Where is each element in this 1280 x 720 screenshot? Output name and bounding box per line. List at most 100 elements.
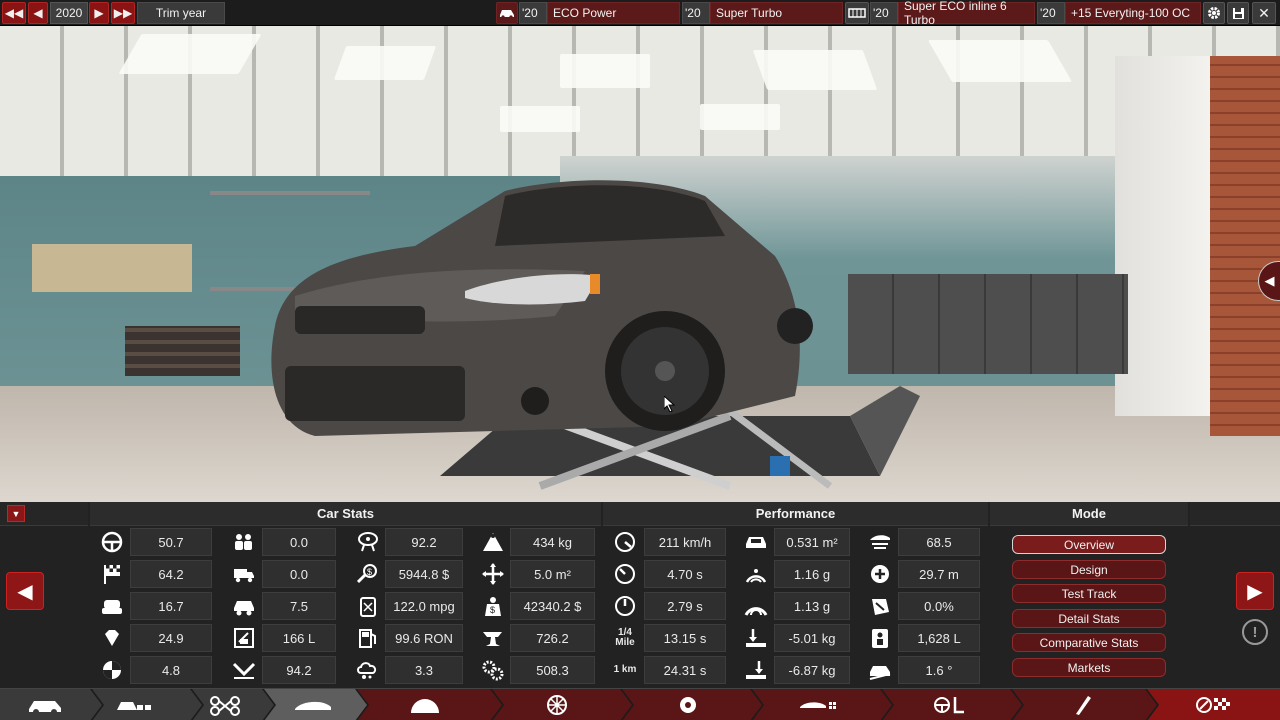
chassis-icon[interactable]: [203, 689, 247, 720]
tool-pegboard: [32, 244, 192, 292]
car-stat-value: 508.3: [510, 656, 595, 684]
next-page-arrow[interactable]: ▶: [1236, 572, 1274, 610]
car-stat-value: 726.2: [510, 624, 595, 652]
drag-car-icon[interactable]: [865, 528, 895, 556]
previous-page-arrow[interactable]: ◀: [6, 572, 44, 610]
car-stat-value: 166 L: [262, 624, 336, 652]
frontal-area-icon[interactable]: [741, 528, 771, 556]
emissions-cloud-icon[interactable]: [353, 656, 383, 684]
car-stat-value: 42340.2 $: [510, 592, 595, 620]
performance-value: 1.16 g: [774, 560, 850, 588]
downforce-rear-icon[interactable]: [741, 656, 771, 684]
engine-icon[interactable]: [845, 2, 869, 24]
svg-text:$: $: [490, 605, 495, 615]
performance-title: Performance: [603, 502, 988, 526]
fuel-can-icon[interactable]: [353, 592, 383, 620]
aero-icon[interactable]: [796, 689, 840, 720]
top-toolbar: ◀◀ ◀ 2020 ▶ ▶▶ Trim year '20 ECO Power '…: [0, 0, 1280, 27]
engine-name-field[interactable]: Super ECO inline 6 Turbo: [898, 0, 1035, 27]
stage-navigation-bar: [0, 688, 1280, 720]
garage-3d-viewport[interactable]: ◀: [0, 26, 1280, 502]
manufacturing-anvil-icon[interactable]: [478, 624, 508, 652]
crash-test-icon[interactable]: [97, 656, 127, 684]
price-bag-icon[interactable]: $: [478, 592, 508, 620]
mode-overview-button[interactable]: Overview: [1012, 535, 1166, 554]
cost-dollar-icon[interactable]: $: [353, 560, 383, 588]
interior-icon[interactable]: [928, 689, 972, 720]
variant-name-field[interactable]: +15 Everyting-100 OC: [1065, 2, 1201, 24]
save-disk-icon[interactable]: [1227, 2, 1249, 24]
car-stat-value: 94.2: [262, 656, 336, 684]
model-year: '20: [519, 2, 547, 24]
steering-wheel-icon[interactable]: [97, 528, 127, 556]
ceiling-light: [700, 104, 780, 130]
accel-gauge-60-icon[interactable]: [610, 592, 640, 620]
engineering-gears-icon[interactable]: [478, 656, 508, 684]
settings-gear-icon[interactable]: [1203, 2, 1225, 24]
seat-icon[interactable]: [97, 592, 127, 620]
car-model-icon[interactable]: [23, 689, 67, 720]
mode-test-track-button[interactable]: Test Track: [1012, 584, 1166, 603]
year-back-button[interactable]: ◀: [28, 2, 48, 24]
quarter-mile-icon[interactable]: 1/4 Mile: [610, 624, 640, 652]
mode-design-button[interactable]: Design: [1012, 560, 1166, 579]
downforce-front-icon[interactable]: [741, 624, 771, 652]
cargo-volume-icon[interactable]: [865, 624, 895, 652]
help-info-icon[interactable]: !: [1242, 619, 1268, 645]
performance-value: 24.31 s: [644, 656, 726, 684]
mode-comparative-stats-button[interactable]: Comparative Stats: [1012, 633, 1166, 652]
race-flag-icon[interactable]: [97, 560, 127, 588]
collapse-panel-button[interactable]: ▼: [7, 505, 25, 522]
passengers-icon[interactable]: [229, 528, 259, 556]
car-stat-value: 4.8: [130, 656, 212, 684]
car-stat-value: 24.9: [130, 624, 212, 652]
trim-name-field[interactable]: Super Turbo: [710, 2, 843, 24]
test-icon[interactable]: [1060, 689, 1104, 720]
fixture-icon[interactable]: [403, 689, 447, 720]
brake-fade-icon[interactable]: [865, 592, 895, 620]
garage-pillar: [1115, 56, 1210, 416]
cargo-truck-icon[interactable]: [229, 560, 259, 588]
model-name-field[interactable]: ECO Power: [547, 2, 680, 24]
fuel-pump-icon[interactable]: [353, 624, 383, 652]
body-family-icon[interactable]: [113, 689, 157, 720]
year-back-fast-button[interactable]: ◀◀: [2, 2, 26, 24]
performance-value: 2.79 s: [644, 592, 726, 620]
suspension-wheel-icon[interactable]: [535, 689, 579, 720]
cornering-icon[interactable]: [741, 560, 771, 588]
wooden-pallets: [125, 326, 240, 376]
ceiling-light: [927, 40, 1073, 82]
weight-icon[interactable]: [478, 528, 508, 556]
cornering-high-icon[interactable]: [741, 592, 771, 620]
tires-icon[interactable]: [666, 689, 710, 720]
diamond-icon[interactable]: [97, 624, 127, 652]
distance-label: 1 km: [613, 664, 637, 675]
car-model-icon[interactable]: [496, 2, 518, 24]
one-km-icon[interactable]: 1 km: [610, 656, 640, 684]
ceiling-light: [560, 54, 650, 88]
efficiency-arrow-icon[interactable]: [229, 656, 259, 684]
fuel-tank-icon[interactable]: [229, 624, 259, 652]
top-speed-gauge-icon[interactable]: [610, 528, 640, 556]
car-stat-value: 7.5: [262, 592, 336, 620]
year-forward-button[interactable]: ▶: [89, 2, 109, 24]
car-stat-value: 3.3: [385, 656, 463, 684]
year-forward-fast-button[interactable]: ▶▶: [111, 2, 135, 24]
accel-gauge-100-icon[interactable]: [610, 560, 640, 588]
distance-label: 1/4 Mile: [615, 627, 635, 648]
final-stage-icon[interactable]: [1192, 689, 1236, 720]
body-icon[interactable]: [291, 689, 335, 720]
area-arrows-icon[interactable]: [478, 560, 508, 588]
offroad-car-icon[interactable]: [229, 592, 259, 620]
trim-year-label[interactable]: Trim year: [137, 2, 225, 24]
ramp-angle-icon[interactable]: [865, 656, 895, 684]
mode-markets-button[interactable]: Markets: [1012, 658, 1166, 677]
mode-detail-stats-button[interactable]: Detail Stats: [1012, 609, 1166, 628]
trim-year: '20: [682, 2, 710, 24]
service-cost-icon[interactable]: [353, 528, 383, 556]
close-icon[interactable]: ✕: [1252, 2, 1276, 24]
car-stat-value: 0.0: [262, 528, 336, 556]
performance-value: 1.13 g: [774, 592, 850, 620]
car-stat-value: 99.6 RON: [385, 624, 463, 652]
turn-radius-icon[interactable]: [865, 560, 895, 588]
